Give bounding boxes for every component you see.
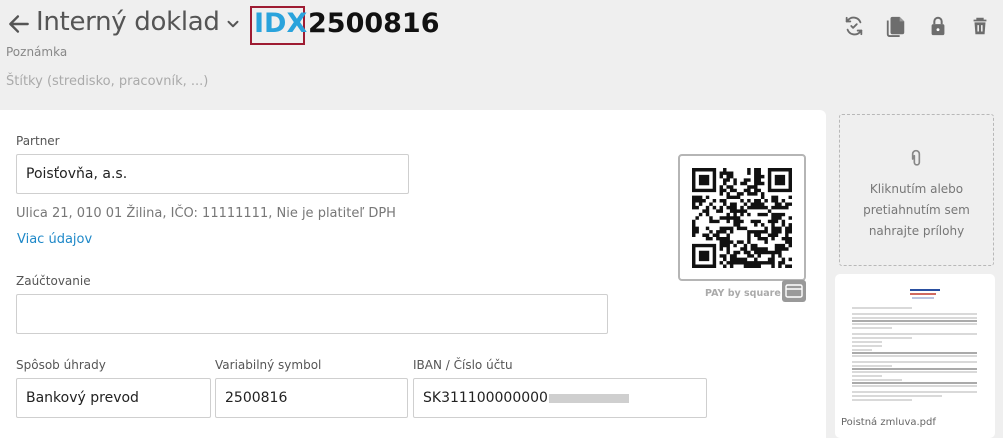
- variable-symbol-input[interactable]: 2500816: [215, 378, 408, 418]
- attachment-thumbnail[interactable]: Poistná zmluva.pdf: [835, 274, 995, 438]
- iban-value: SK311100000000: [423, 390, 548, 406]
- tags-field[interactable]: Štítky (stredisko, pracovník, ...): [6, 74, 208, 89]
- redacted-digits: [548, 393, 629, 403]
- posting-label: Zaúčtovanie: [16, 274, 91, 288]
- note-field[interactable]: Poznámka: [6, 45, 67, 59]
- document-form-card: Partner Poisťovňa, a.s. Ulica 21, 010 01…: [0, 110, 826, 438]
- copy-icon[interactable]: [885, 15, 907, 37]
- dropzone-text-line: Kliknutím alebo: [869, 182, 964, 196]
- back-arrow-icon[interactable]: [6, 10, 32, 38]
- document-type-title[interactable]: Interný doklad: [36, 7, 220, 37]
- payment-method-label: Spôsob úhrady: [16, 358, 106, 372]
- iban-label: IBAN / Číslo účtu: [413, 358, 513, 372]
- more-details-link[interactable]: Viac údajov: [17, 232, 92, 247]
- partner-address: Ulica 21, 010 01 Žilina, IČO: 11111111, …: [16, 206, 396, 221]
- posting-input[interactable]: [16, 294, 608, 334]
- document-prefix: IDX: [254, 8, 308, 39]
- qr-code-frame: [678, 154, 806, 281]
- document-number: 2500816: [308, 8, 440, 39]
- dropzone-text-line: nahrajte prílohy: [868, 224, 965, 238]
- iban-input[interactable]: SK311100000000: [413, 378, 707, 418]
- dropzone-text-line: pretiahnutím sem: [863, 203, 970, 217]
- variable-symbol-label: Variabilný symbol: [215, 358, 322, 372]
- chevron-down-icon[interactable]: [224, 15, 242, 33]
- paperclip-icon: [911, 149, 921, 166]
- header: Interný doklad IDX 2500816 Poznámka Štít…: [0, 0, 1003, 110]
- qr-code: [692, 168, 792, 268]
- delete-icon[interactable]: [969, 15, 991, 37]
- document-preview: [840, 280, 990, 410]
- partner-label: Partner: [16, 134, 60, 148]
- sync-icon[interactable]: [843, 15, 865, 37]
- pay-by-square-caption: PAY by square: [705, 288, 781, 299]
- card-icon[interactable]: [782, 280, 806, 302]
- payment-method-select[interactable]: Bankový prevod: [16, 378, 211, 418]
- attachment-dropzone[interactable]: Kliknutím alebo pretiahnutím sem nahrajt…: [839, 114, 994, 266]
- attachment-filename: Poistná zmluva.pdf: [841, 417, 936, 428]
- dropzone-text: Kliknutím alebo pretiahnutím sem nahrajt…: [840, 179, 993, 242]
- lock-icon[interactable]: [927, 15, 949, 37]
- partner-input[interactable]: Poisťovňa, a.s.: [16, 154, 409, 194]
